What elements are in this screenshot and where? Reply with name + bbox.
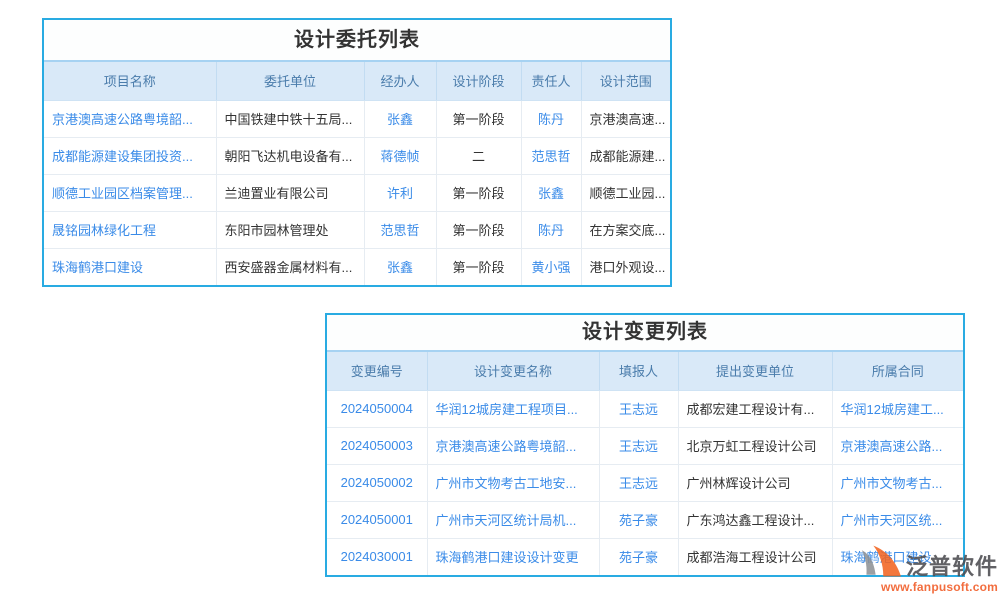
change-no-link[interactable]: 2024050002 <box>327 464 427 501</box>
col-header-change-unit: 提出变更单位 <box>678 352 832 390</box>
design-commission-title: 设计委托列表 <box>44 20 670 62</box>
page: 设计委托列表 项目名称 委托单位 经办人 设计阶段 责任人 设计范围 京港澳高速… <box>0 0 1000 600</box>
design-scope-cell: 京港澳高速... <box>581 100 670 137</box>
col-header-handler: 经办人 <box>364 62 436 100</box>
design-scope-cell: 在方案交底... <box>581 211 670 248</box>
col-header-owner: 责任人 <box>521 62 581 100</box>
reporter-link[interactable]: 苑子豪 <box>599 501 678 538</box>
col-header-change-no: 变更编号 <box>327 352 427 390</box>
project-name-link[interactable]: 晟铭园林绿化工程 <box>44 211 216 248</box>
header-row: 变更编号 设计变更名称 填报人 提出变更单位 所属合同 <box>327 352 963 390</box>
owner-link[interactable]: 范思哲 <box>521 137 581 174</box>
design-scope-cell: 港口外观设... <box>581 248 670 285</box>
design-commission-table: 项目名称 委托单位 经办人 设计阶段 责任人 设计范围 京港澳高速公路粤境韶..… <box>44 62 670 285</box>
table-row: 2024050004 华润12城房建工程项目... 王志远 成都宏建工程设计有.… <box>327 390 963 427</box>
change-unit-cell: 成都浩海工程设计公司 <box>678 538 832 575</box>
change-name-link[interactable]: 珠海鹤港口建设设计变更 <box>427 538 599 575</box>
contract-link[interactable]: 华润12城房建工... <box>832 390 963 427</box>
design-phase-cell: 第一阶段 <box>436 100 521 137</box>
project-name-link[interactable]: 成都能源建设集团投资... <box>44 137 216 174</box>
project-name-link[interactable]: 顺德工业园区档案管理... <box>44 174 216 211</box>
project-name-link[interactable]: 京港澳高速公路粤境韶... <box>44 100 216 137</box>
change-no-link[interactable]: 2024030001 <box>327 538 427 575</box>
design-phase-cell: 第一阶段 <box>436 211 521 248</box>
table-row: 2024050003 京港澳高速公路粤境韶... 王志远 北京万虹工程设计公司 … <box>327 427 963 464</box>
contract-link[interactable]: 广州市文物考古... <box>832 464 963 501</box>
col-header-design-phase: 设计阶段 <box>436 62 521 100</box>
table-row: 2024050002 广州市文物考古工地安... 王志远 广州林辉设计公司 广州… <box>327 464 963 501</box>
change-no-link[interactable]: 2024050003 <box>327 427 427 464</box>
design-phase-cell: 二 <box>436 137 521 174</box>
table-row: 晟铭园林绿化工程 东阳市园林管理处 范思哲 第一阶段 陈丹 在方案交底... <box>44 211 670 248</box>
commission-unit-cell: 西安盛器金属材料有... <box>216 248 364 285</box>
handler-link[interactable]: 蒋德帧 <box>364 137 436 174</box>
reporter-link[interactable]: 王志远 <box>599 427 678 464</box>
commission-unit-cell: 东阳市园林管理处 <box>216 211 364 248</box>
reporter-link[interactable]: 苑子豪 <box>599 538 678 575</box>
table-row: 成都能源建设集团投资... 朝阳飞达机电设备有... 蒋德帧 二 范思哲 成都能… <box>44 137 670 174</box>
project-name-link[interactable]: 珠海鹤港口建设 <box>44 248 216 285</box>
handler-link[interactable]: 范思哲 <box>364 211 436 248</box>
table-row: 京港澳高速公路粤境韶... 中国铁建中铁十五局... 张鑫 第一阶段 陈丹 京港… <box>44 100 670 137</box>
contract-link[interactable]: 广州市天河区统... <box>832 501 963 538</box>
handler-link[interactable]: 许利 <box>364 174 436 211</box>
change-no-link[interactable]: 2024050004 <box>327 390 427 427</box>
brand-url: www.fanpusoft.com <box>856 580 998 594</box>
design-phase-cell: 第一阶段 <box>436 174 521 211</box>
change-unit-cell: 北京万虹工程设计公司 <box>678 427 832 464</box>
design-scope-cell: 成都能源建... <box>581 137 670 174</box>
design-commission-panel: 设计委托列表 项目名称 委托单位 经办人 设计阶段 责任人 设计范围 京港澳高速… <box>42 18 672 287</box>
change-name-link[interactable]: 华润12城房建工程项目... <box>427 390 599 427</box>
col-header-design-scope: 设计范围 <box>581 62 670 100</box>
table-row: 珠海鹤港口建设 西安盛器金属材料有... 张鑫 第一阶段 黄小强 港口外观设..… <box>44 248 670 285</box>
col-header-project-name: 项目名称 <box>44 62 216 100</box>
table-row: 2024030001 珠海鹤港口建设设计变更 苑子豪 成都浩海工程设计公司 珠海… <box>327 538 963 575</box>
contract-link[interactable]: 京港澳高速公路... <box>832 427 963 464</box>
table-row: 2024050001 广州市天河区统计局机... 苑子豪 广东鸿达鑫工程设计..… <box>327 501 963 538</box>
change-name-link[interactable]: 广州市天河区统计局机... <box>427 501 599 538</box>
header-row: 项目名称 委托单位 经办人 设计阶段 责任人 设计范围 <box>44 62 670 100</box>
contract-link[interactable]: 珠海鹤港口建设 <box>832 538 963 575</box>
owner-link[interactable]: 陈丹 <box>521 100 581 137</box>
design-phase-cell: 第一阶段 <box>436 248 521 285</box>
commission-unit-cell: 兰迪置业有限公司 <box>216 174 364 211</box>
owner-link[interactable]: 张鑫 <box>521 174 581 211</box>
design-change-panel: 设计变更列表 变更编号 设计变更名称 填报人 提出变更单位 所属合同 20240… <box>325 313 965 577</box>
handler-link[interactable]: 张鑫 <box>364 248 436 285</box>
col-header-change-name: 设计变更名称 <box>427 352 599 390</box>
table-row: 顺德工业园区档案管理... 兰迪置业有限公司 许利 第一阶段 张鑫 顺德工业园.… <box>44 174 670 211</box>
col-header-contract: 所属合同 <box>832 352 963 390</box>
col-header-commission-unit: 委托单位 <box>216 62 364 100</box>
owner-link[interactable]: 黄小强 <box>521 248 581 285</box>
col-header-reporter: 填报人 <box>599 352 678 390</box>
change-unit-cell: 广州林辉设计公司 <box>678 464 832 501</box>
change-name-link[interactable]: 广州市文物考古工地安... <box>427 464 599 501</box>
change-unit-cell: 成都宏建工程设计有... <box>678 390 832 427</box>
change-no-link[interactable]: 2024050001 <box>327 501 427 538</box>
design-change-table: 变更编号 设计变更名称 填报人 提出变更单位 所属合同 2024050004 华… <box>327 352 963 575</box>
handler-link[interactable]: 张鑫 <box>364 100 436 137</box>
change-unit-cell: 广东鸿达鑫工程设计... <box>678 501 832 538</box>
commission-unit-cell: 朝阳飞达机电设备有... <box>216 137 364 174</box>
reporter-link[interactable]: 王志远 <box>599 464 678 501</box>
reporter-link[interactable]: 王志远 <box>599 390 678 427</box>
design-scope-cell: 顺德工业园... <box>581 174 670 211</box>
design-change-title: 设计变更列表 <box>327 315 963 352</box>
owner-link[interactable]: 陈丹 <box>521 211 581 248</box>
commission-unit-cell: 中国铁建中铁十五局... <box>216 100 364 137</box>
change-name-link[interactable]: 京港澳高速公路粤境韶... <box>427 427 599 464</box>
